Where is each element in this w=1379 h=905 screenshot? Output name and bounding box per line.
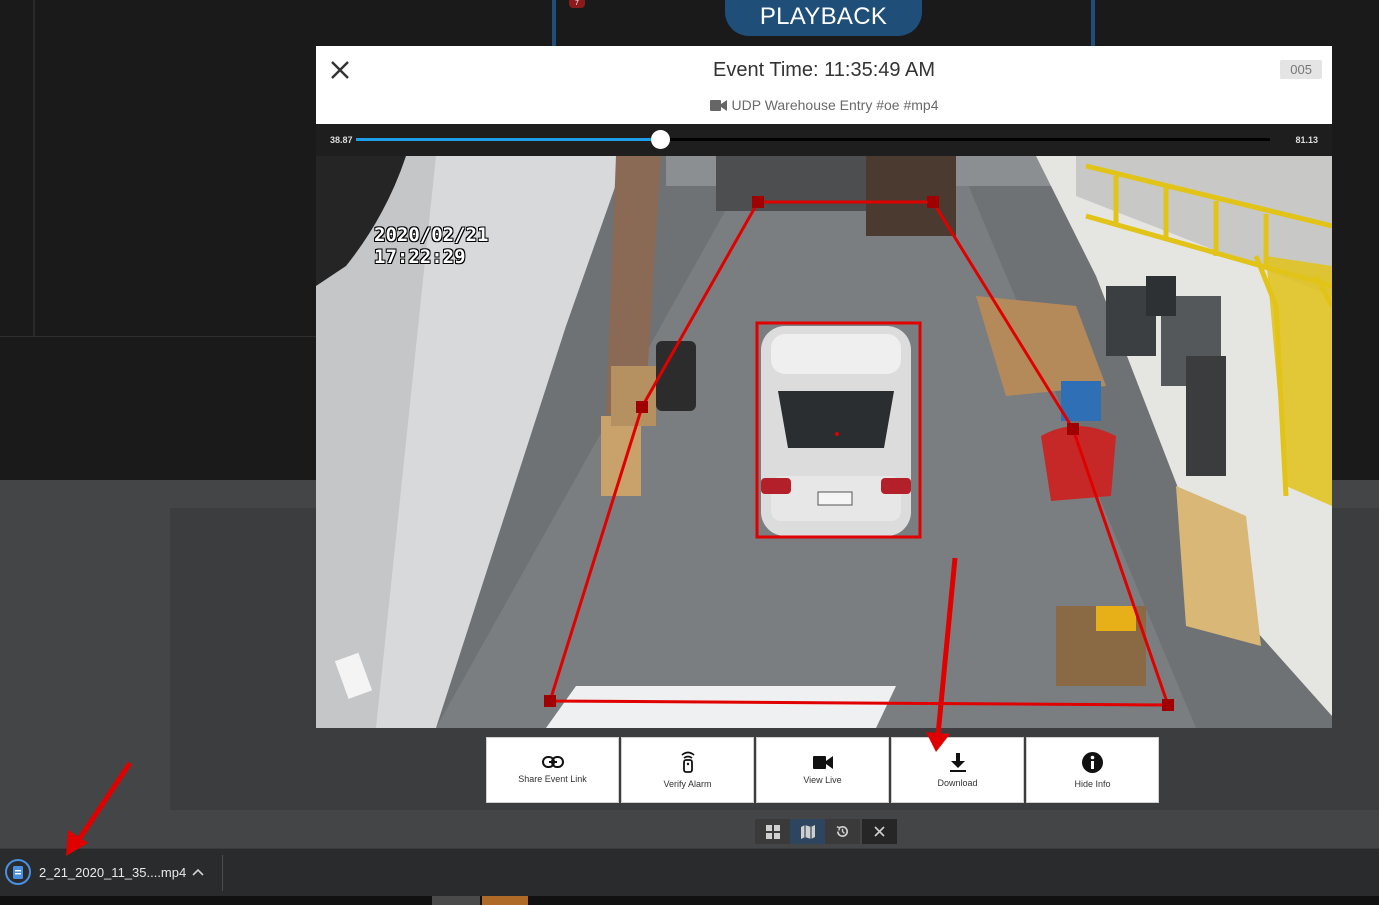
link-icon [541,756,564,768]
camera-label: UDP Warehouse Entry #oe #mp4 [316,97,1332,113]
taskbar-item[interactable] [432,896,480,905]
hide-info-label: Hide Info [1074,778,1111,789]
hide-info-button[interactable]: Hide Info [1026,737,1159,803]
grid-view-button[interactable] [755,819,790,844]
camera-name: UDP Warehouse Entry #oe #mp4 [731,97,939,113]
seek-end-time: 81.13 [1295,135,1318,145]
event-time-title: Event Time: 11:35:49 AM [713,59,935,81]
history-view-button[interactable] [825,819,860,844]
view-live-button[interactable]: View Live [756,737,889,803]
map-view-button[interactable] [790,819,825,844]
camera-id-badge: 005 [1280,60,1322,79]
overlay-time: 17:22:29 [374,246,466,268]
action-bar: Share Event Link Verify Alarm View Live … [486,737,1159,803]
seek-start-time: 38.87 [330,135,353,145]
view-live-label: View Live [803,774,842,785]
playback-button[interactable]: PLAYBACK [725,0,922,36]
timestamp-overlay: 2020/02/21 17:22:29 [374,224,488,268]
chevron-up-icon[interactable] [192,865,204,879]
download-button[interactable]: Download [891,737,1024,803]
modal-header: Event Time: 11:35:49 AM UDP Warehouse En… [316,46,1332,124]
close-icon [874,826,885,837]
share-event-link-button[interactable]: Share Event Link [486,737,619,803]
view-toggle [755,819,897,844]
verify-alarm-button[interactable]: Verify Alarm [621,737,754,803]
history-icon [836,826,849,838]
downloaded-filename: 2_21_2020_11_35....mp4 [39,864,187,880]
car [761,326,911,536]
overlay-date: 2020/02/21 [374,224,489,246]
map-icon [800,824,815,839]
grid-icon [765,824,780,839]
divider [33,0,35,336]
seek-bar[interactable]: 38.87 81.13 [316,124,1332,156]
file-icon [5,859,31,885]
close-view-button[interactable] [862,819,897,844]
event-modal: Event Time: 11:35:49 AM UDP Warehouse En… [316,46,1332,728]
download-label: Download [937,777,978,788]
verify-alarm-icon [680,751,695,773]
video-frame[interactable]: 2020/02/21 17:22:29 [316,156,1332,728]
divider [222,855,223,891]
download-bar: 2_21_2020_11_35....mp4 [0,848,1379,896]
seek-progress [356,138,661,141]
info-icon [1082,751,1103,773]
seek-thumb[interactable] [651,130,671,149]
download-icon [949,752,966,772]
alert-badge: 7 [569,0,585,8]
video-camera-icon [812,755,833,769]
downloaded-file[interactable]: 2_21_2020_11_35....mp4 [5,859,186,885]
taskbar-item[interactable] [482,896,528,905]
verify-alarm-label: Verify Alarm [663,779,712,789]
video-camera-icon [709,99,727,111]
seek-track[interactable] [356,130,1270,149]
share-event-link-label: Share Event Link [518,774,587,784]
divider [0,336,316,337]
taskbar [0,896,1379,905]
